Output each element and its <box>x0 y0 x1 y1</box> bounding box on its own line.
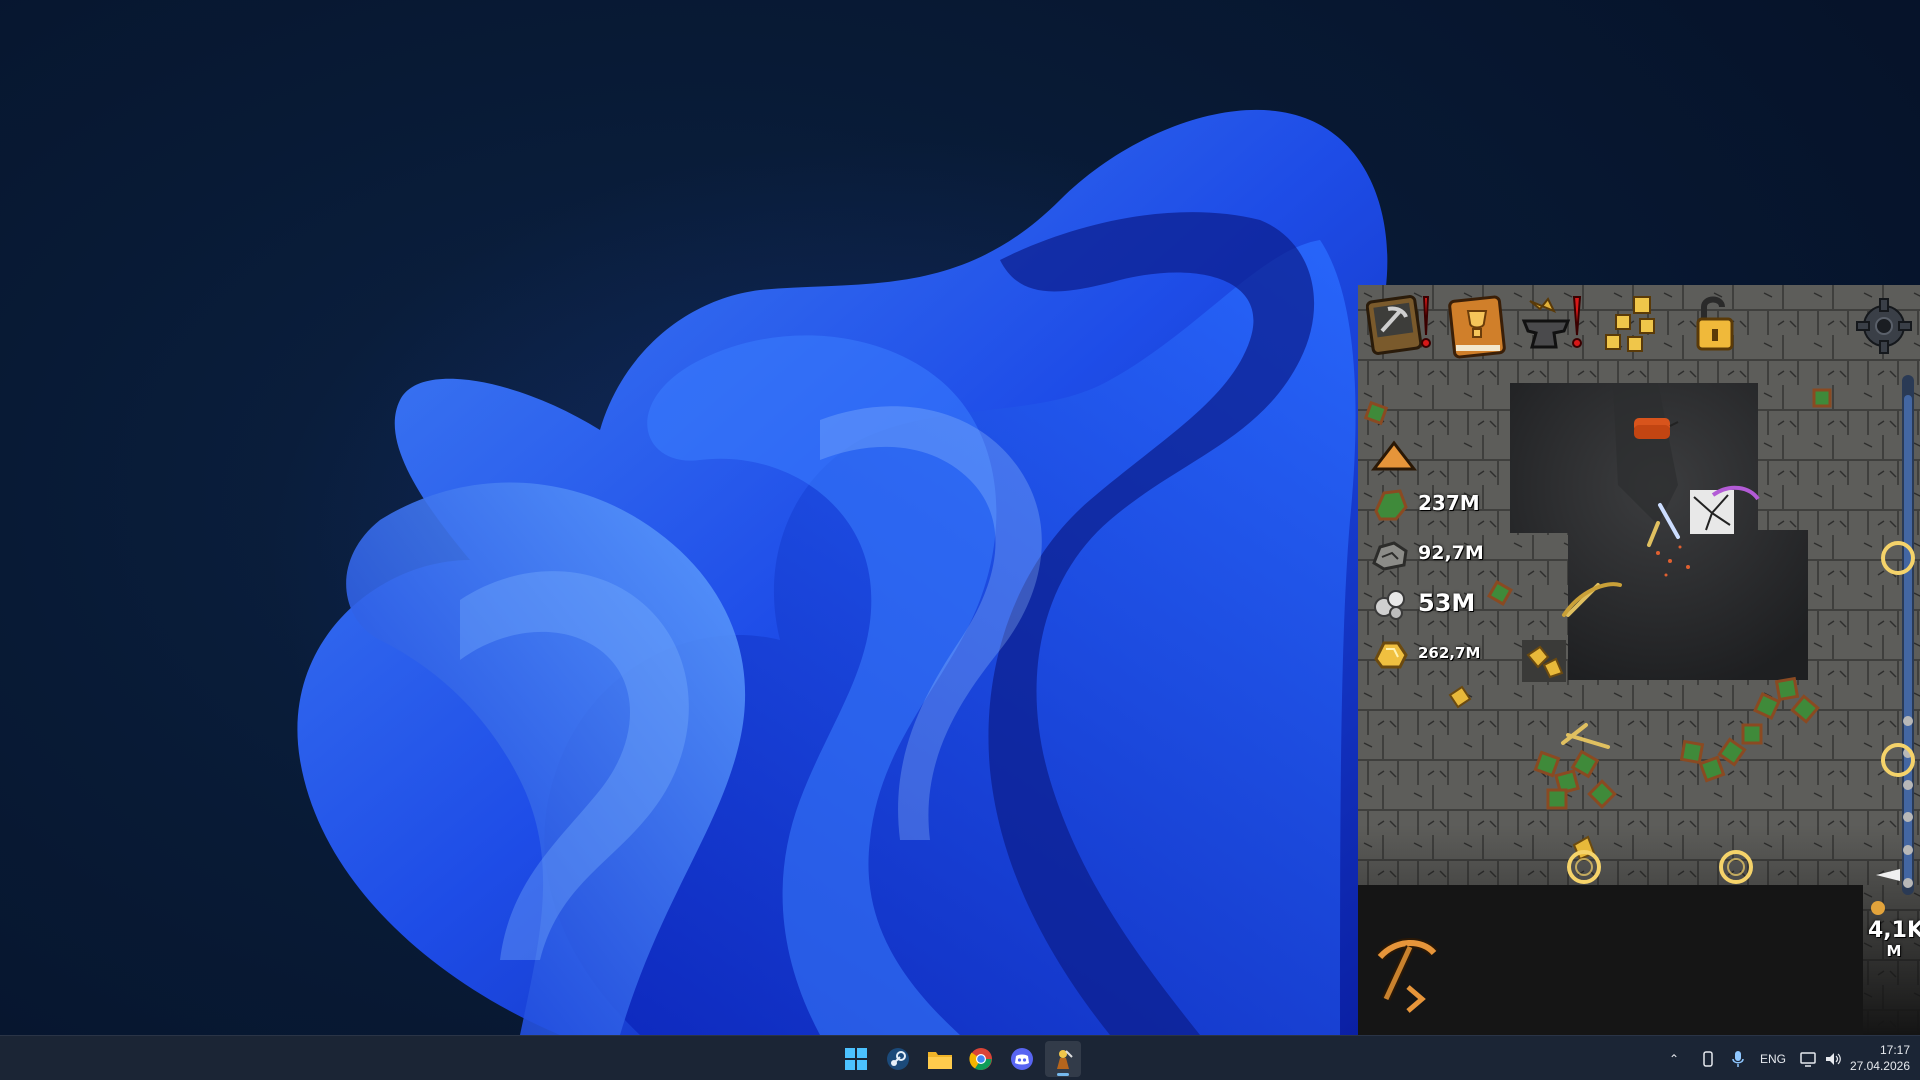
stone-icon <box>1372 541 1408 571</box>
resource-value: 262,7M <box>1418 644 1481 662</box>
discord-button[interactable] <box>1004 1041 1040 1077</box>
folder-icon <box>928 1052 952 1069</box>
ring-target-icon[interactable] <box>1716 847 1756 887</box>
silver-ore-icon <box>1374 590 1405 620</box>
microphone-icon[interactable] <box>1732 1050 1744 1068</box>
forge-anvil-button[interactable] <box>1518 291 1586 359</box>
trophy-book-button[interactable] <box>1444 291 1512 359</box>
chrome-icon <box>969 1048 992 1070</box>
skill-tree-button[interactable] <box>1598 291 1666 359</box>
unlock-button[interactable] <box>1684 291 1752 359</box>
clock[interactable]: 17:17 27.04.2026 <box>1840 1042 1910 1074</box>
language-indicator[interactable]: ENG <box>1760 1052 1786 1066</box>
windows-logo-icon <box>845 1048 867 1070</box>
resource-silver-ore: 53M <box>1370 583 1475 623</box>
triangle-up-icon <box>1370 440 1418 471</box>
taskbar: ⌃ ENG 17:17 27.04.2026 <box>0 1035 1920 1080</box>
settings-button[interactable] <box>1853 295 1915 357</box>
steam-icon <box>887 1048 909 1070</box>
resource-stone: 92,7M <box>1370 533 1484 573</box>
pickaxe-card-icon <box>1365 295 1431 355</box>
auto-mine-button[interactable] <box>1374 935 1438 1015</box>
ring-target-icon[interactable] <box>1878 740 1918 780</box>
resource-value: 92,7M <box>1418 542 1484 564</box>
pickaxe-collection-button[interactable] <box>1365 291 1434 359</box>
skill-tree-icon <box>1605 296 1655 352</box>
pickaxe-icon <box>1376 937 1438 1013</box>
system-tray: ⌃ ENG <box>1660 1036 1842 1080</box>
game-app-button[interactable] <box>1045 1041 1081 1077</box>
chevron-up-icon[interactable]: ⌃ <box>1660 1052 1688 1066</box>
clock-date: 27.04.2026 <box>1849 1059 1910 1073</box>
discord-icon <box>1011 1048 1033 1070</box>
ring-target-icon[interactable] <box>1564 847 1604 887</box>
padlock-open-icon <box>1696 296 1734 351</box>
resource-green-ore: 237M <box>1370 483 1480 523</box>
green-ore-icon <box>1374 489 1408 521</box>
game-window[interactable]: 237M 92,7M 53M 262,7M 4,1K M <box>1358 285 1920 1035</box>
game-miner-icon <box>1057 1050 1073 1069</box>
depth-value: 4,1K <box>1868 918 1920 943</box>
clock-time: 17:17 <box>1879 1043 1910 1057</box>
resource-value: 53M <box>1418 589 1476 617</box>
gear-icon <box>1856 298 1912 354</box>
trophy-book-icon <box>1448 295 1506 359</box>
level-up-button[interactable] <box>1370 435 1418 475</box>
chrome-button[interactable] <box>963 1041 999 1077</box>
depth-readout: 4,1K M <box>1868 918 1920 961</box>
usb-device-icon[interactable] <box>1702 1050 1714 1068</box>
resource-value: 237M <box>1418 491 1480 515</box>
anvil-icon <box>1521 296 1582 349</box>
resource-gold-ore: 262,7M <box>1370 633 1480 673</box>
gold-ore-icon <box>1374 641 1408 669</box>
steam-button[interactable] <box>880 1041 916 1077</box>
depth-unit: M <box>1886 942 1902 960</box>
file-explorer-button[interactable] <box>922 1041 958 1077</box>
active-indicator <box>1057 1073 1069 1076</box>
ring-target-icon[interactable] <box>1878 538 1918 578</box>
network-icon[interactable] <box>1800 1051 1818 1067</box>
start-button[interactable] <box>838 1041 874 1077</box>
